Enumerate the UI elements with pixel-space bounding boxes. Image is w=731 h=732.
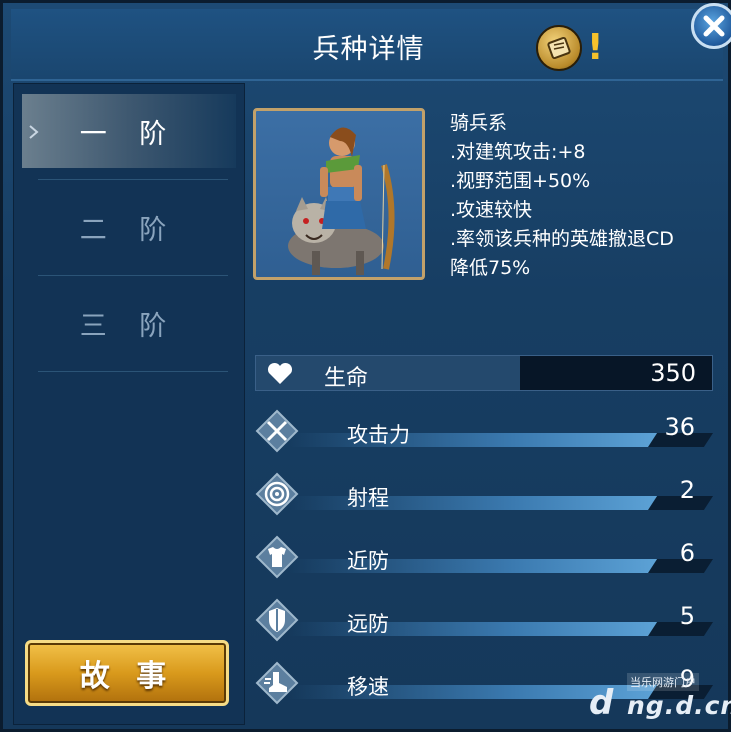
- stat-label: 远防: [347, 612, 389, 636]
- tier-tab-label: 一 阶: [79, 118, 179, 150]
- stat-row-range: 射程 2: [253, 466, 713, 522]
- help-exclamation-icon[interactable]: !: [587, 27, 603, 68]
- story-button[interactable]: 故 事: [25, 640, 229, 706]
- health-row: 生命 350: [255, 355, 713, 391]
- crossed-swords-icon: [255, 409, 299, 453]
- description-line: .率领该兵种的英雄撤退CD: [450, 228, 674, 250]
- divider: [38, 179, 228, 180]
- stat-label: 攻击力: [347, 423, 410, 447]
- description-line: .攻速较快: [450, 199, 533, 221]
- watermark: d 当乐网游门户 ng.d.cn: [587, 671, 731, 727]
- stat-value: 5: [679, 602, 695, 630]
- tier-tab-label: 二 阶: [79, 214, 179, 246]
- description-line: .对建筑攻击:+8: [450, 141, 586, 163]
- stat-label: 近防: [347, 549, 389, 573]
- shield-icon: [255, 598, 299, 642]
- stat-row-ranged-defense: 远防 5: [253, 592, 713, 648]
- heart-icon: [267, 362, 293, 384]
- stat-label: 射程: [347, 486, 389, 510]
- watermark-logo: d: [589, 683, 614, 723]
- description-line: .视野范围+50%: [450, 170, 591, 192]
- close-icon: [703, 15, 725, 37]
- tier-tab-2[interactable]: 二 阶: [22, 190, 236, 264]
- scroll-icon[interactable]: [536, 25, 582, 71]
- unit-portrait: [253, 108, 425, 280]
- tier-sidebar: 一 阶 二 阶 三 阶: [13, 83, 245, 725]
- target-icon: [255, 472, 299, 516]
- stat-row-melee-defense: 近防 6: [253, 529, 713, 585]
- page-title: 兵种详情: [312, 34, 425, 65]
- unit-description: 骑兵系 .对建筑攻击:+8 .视野范围+50% .攻速较快 .率领该兵种的英雄撤…: [450, 109, 674, 283]
- divider: [38, 275, 228, 276]
- chevron-right-icon: [29, 125, 39, 139]
- watermark-site: ng.d.cn: [627, 691, 731, 720]
- description-line: 降低75%: [450, 257, 531, 279]
- stat-value: 6: [679, 539, 695, 567]
- unit-class: 骑兵系: [450, 112, 508, 134]
- stat-value: 36: [664, 413, 695, 441]
- armor-icon: [255, 535, 299, 579]
- boot-icon: [255, 661, 299, 705]
- stat-value: 2: [679, 476, 695, 504]
- tier-tab-label: 三 阶: [79, 310, 179, 342]
- tier-tab-1[interactable]: 一 阶: [22, 94, 236, 168]
- health-label: 生命: [324, 366, 369, 391]
- tier-tab-3[interactable]: 三 阶: [22, 286, 236, 360]
- unit-detail-panel: 兵种详情 ! 一 阶 二 阶 三 阶 故 事 骑兵系 .对建筑攻击:+8 .视野…: [0, 0, 731, 732]
- divider: [38, 371, 228, 372]
- stat-label: 移速: [347, 675, 389, 699]
- stat-row-attack: 攻击力 36: [253, 403, 713, 459]
- close-button[interactable]: [691, 3, 731, 49]
- health-value: 350: [650, 359, 696, 387]
- unit-portrait-image: [288, 127, 395, 275]
- watermark-tag: 当乐网游门户: [627, 673, 699, 691]
